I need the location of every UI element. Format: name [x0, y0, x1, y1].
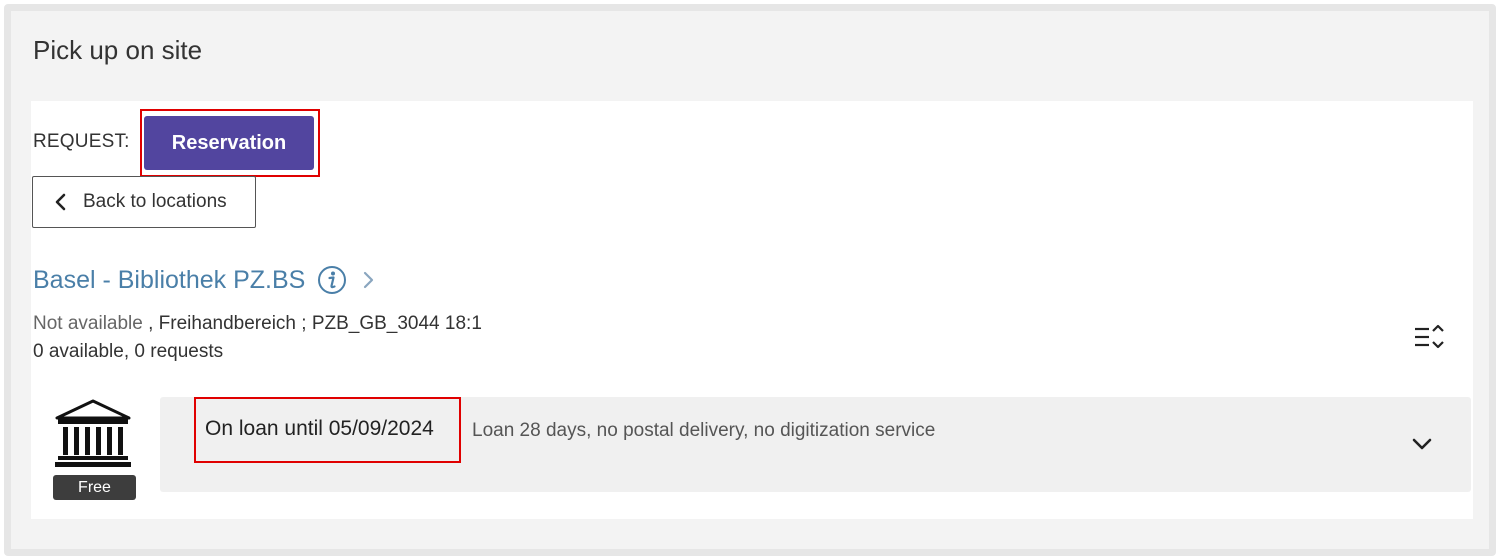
request-label: REQUEST:: [33, 131, 130, 152]
location-name-link[interactable]: Basel - Bibliothek PZ.BS: [33, 266, 305, 295]
loan-policy: Loan 28 days, no postal delivery, no dig…: [472, 420, 936, 441]
library-building-icon: [55, 399, 131, 467]
back-to-locations-label: Back to locations: [83, 191, 227, 212]
availability-line: Not available , Freihandbereich ; PZB_GB…: [33, 313, 482, 335]
request-options-card: REQUEST: Reservation Back to locations B…: [31, 101, 1473, 519]
info-icon[interactable]: [317, 265, 347, 295]
chevron-left-icon: [55, 193, 66, 211]
back-to-locations-button[interactable]: Back to locations: [32, 176, 256, 228]
chevron-down-icon[interactable]: [1410, 435, 1434, 453]
item-row[interactable]: On loan until 05/09/2024 Loan 28 days, n…: [160, 397, 1471, 492]
location-title: Basel - Bibliothek PZ.BS: [33, 265, 377, 295]
availability-counts: 0 available, 0 requests: [33, 341, 224, 362]
availability-details: , Freihandbereich ; PZB_GB_3044 18:1: [142, 313, 482, 334]
sort-icon[interactable]: [1413, 323, 1447, 353]
loan-status: On loan until 05/09/2024: [205, 417, 434, 440]
availability-status: Not available: [33, 313, 143, 334]
free-badge: Free: [53, 475, 136, 500]
pickup-panel: Pick up on site REQUEST: Reservation Bac…: [4, 4, 1496, 556]
chevron-right-icon[interactable]: [361, 270, 377, 290]
reservation-button[interactable]: Reservation: [144, 116, 314, 170]
section-title: Pick up on site: [33, 35, 203, 65]
